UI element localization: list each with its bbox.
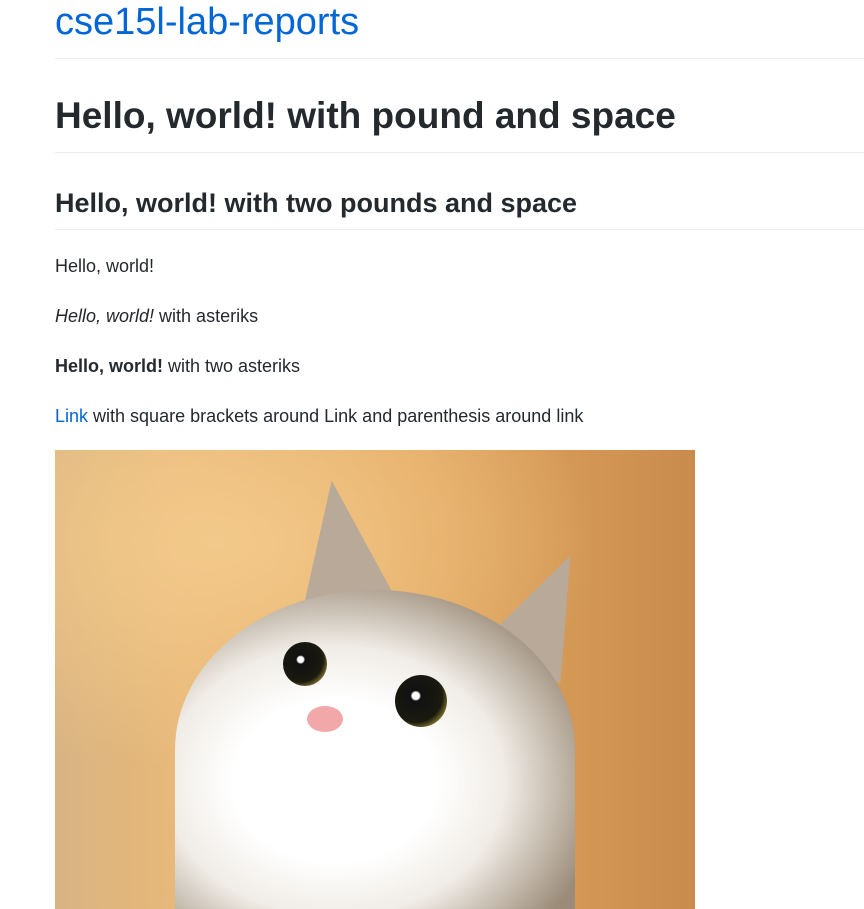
header-divider <box>55 58 864 59</box>
heading-2: Hello, world! with two pounds and space <box>55 188 578 218</box>
link[interactable]: Link <box>55 406 88 426</box>
h2-divider <box>55 229 864 230</box>
cat-head <box>175 590 575 909</box>
page-content: cse15l-lab-reports Hello, world! with po… <box>55 0 864 909</box>
paragraph-text: with square brackets around Link and par… <box>88 406 584 426</box>
italic-text: Hello, world! <box>55 306 155 326</box>
cat-eye-left <box>283 642 327 686</box>
paragraph-text: with two asteriks <box>163 356 301 376</box>
paragraph-plain: Hello, world! <box>55 256 155 276</box>
cat-nose <box>307 706 343 732</box>
site-title-link[interactable]: cse15l-lab-reports <box>55 0 359 46</box>
paragraph-text: with asteriks <box>154 306 259 326</box>
cat-image <box>55 450 695 909</box>
cat-ear-left <box>287 474 393 606</box>
paragraph-bold: Hello, world! with two asteriks <box>55 353 300 379</box>
paragraph-link: Link with square brackets around Link an… <box>55 403 583 429</box>
heading-1: Hello, world! with pound and space <box>55 95 676 136</box>
cat-eye-right <box>395 675 447 727</box>
h1-divider <box>55 152 864 153</box>
bold-text: Hello, world! <box>55 356 163 376</box>
paragraph-italic: Hello, world! with asteriks <box>55 303 258 329</box>
